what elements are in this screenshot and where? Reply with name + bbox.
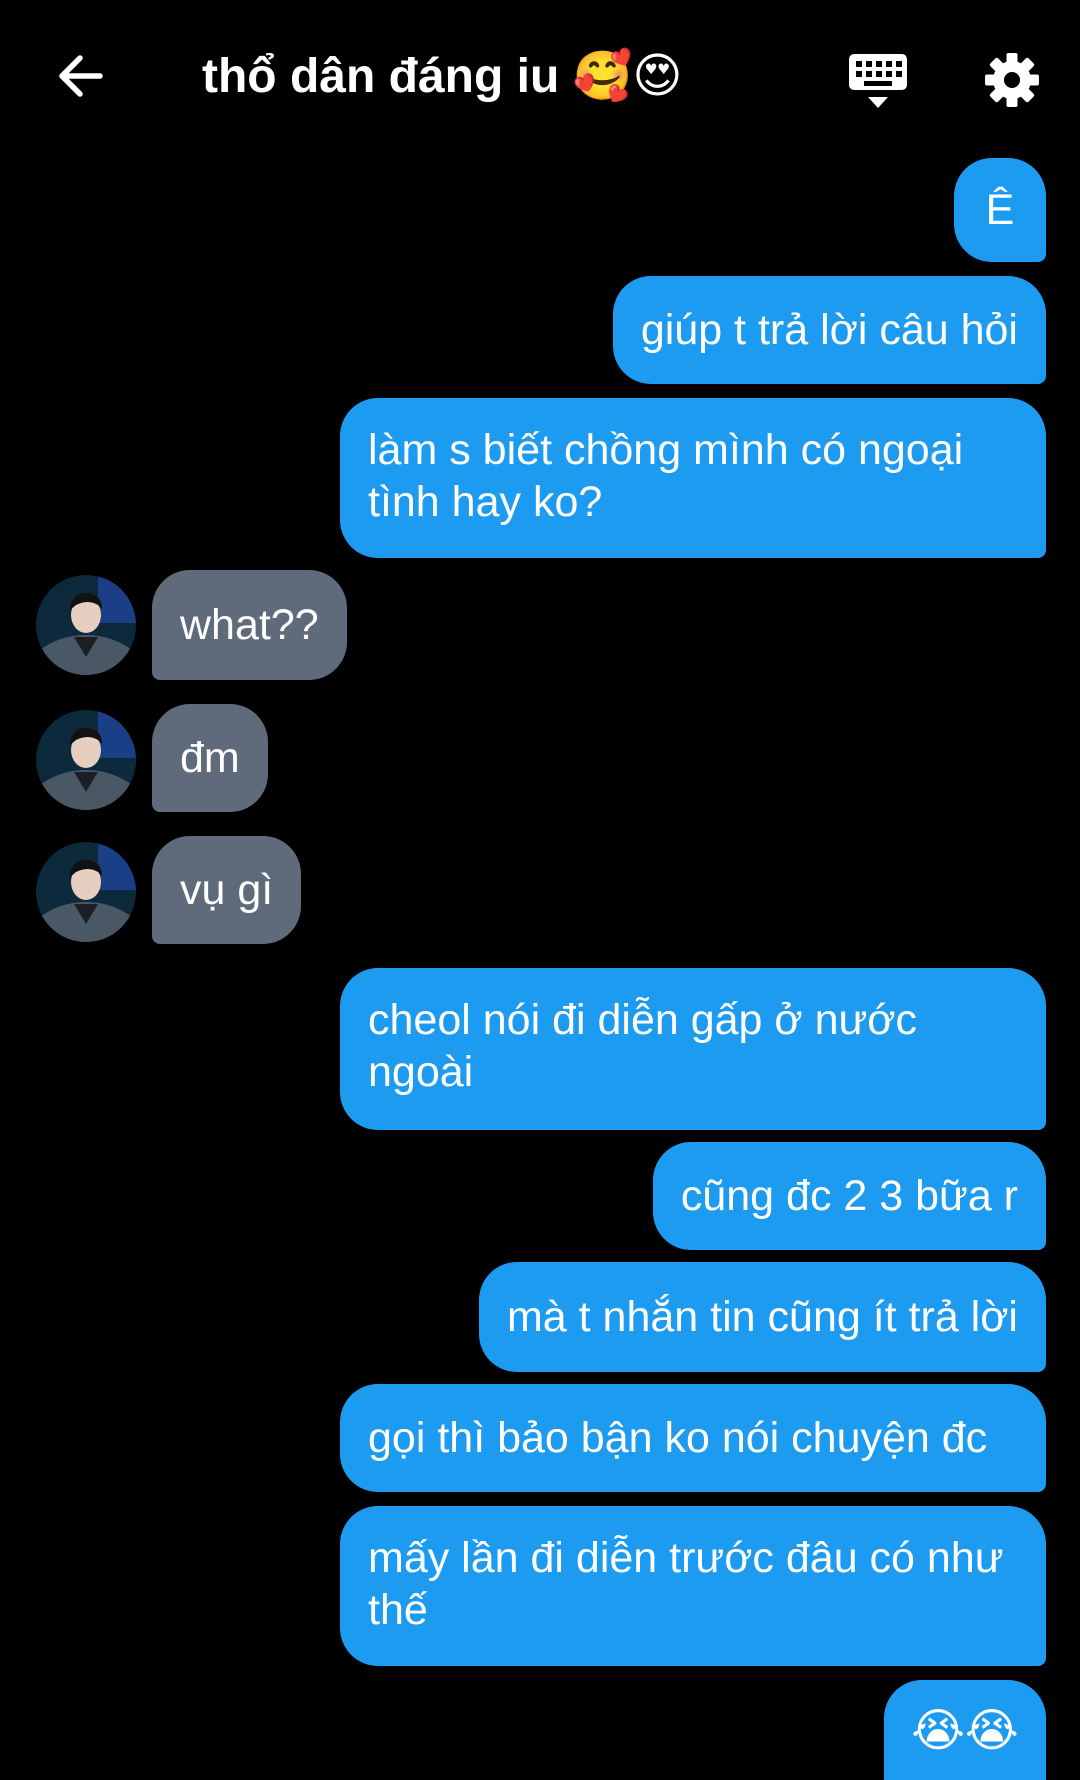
arrow-left-icon xyxy=(59,55,103,97)
avatar-photo xyxy=(36,710,136,810)
avatar[interactable] xyxy=(36,710,136,810)
back-button[interactable] xyxy=(40,36,120,116)
message-bubble-outgoing[interactable]: 😭😭 xyxy=(884,1680,1046,1780)
chat-header: thổ dân đáng iu 🥰😍 xyxy=(0,0,1080,160)
avatar[interactable] xyxy=(36,842,136,942)
message-bubble-incoming[interactable]: vụ gì xyxy=(152,836,302,944)
message-bubble-incoming[interactable]: đm xyxy=(152,704,268,812)
conversation-title: thổ dân đáng iu 🥰😍 xyxy=(202,50,683,103)
avatar-photo xyxy=(36,575,136,675)
keyboard-icon xyxy=(849,54,907,108)
avatar-photo xyxy=(36,842,136,942)
message-bubble-outgoing[interactable]: giúp t trả lời câu hỏi xyxy=(612,276,1046,384)
keyboard-button[interactable] xyxy=(842,46,914,116)
message-bubble-outgoing[interactable]: cũng đc 2 3 bữa r xyxy=(652,1142,1046,1250)
message-bubble-outgoing[interactable]: mấy lần đi diễn trước đâu có như thế xyxy=(340,1506,1046,1666)
message-bubble-outgoing[interactable]: gọi thì bảo bận ko nói chuyện đc xyxy=(340,1384,1046,1492)
avatar[interactable] xyxy=(36,575,136,675)
message-bubble-outgoing[interactable]: Ê xyxy=(954,158,1046,262)
settings-button[interactable] xyxy=(974,42,1050,118)
message-bubble-outgoing[interactable]: cheol nói đi diễn gấp ở nước ngoài xyxy=(340,968,1046,1130)
message-bubble-incoming[interactable]: what?? xyxy=(152,570,347,680)
message-bubble-outgoing[interactable]: làm s biết chồng mình có ngoại tình hay … xyxy=(340,398,1046,558)
message-bubble-outgoing[interactable]: mà t nhắn tin cũng ít trả lời xyxy=(478,1262,1046,1372)
gear-icon xyxy=(985,53,1039,107)
